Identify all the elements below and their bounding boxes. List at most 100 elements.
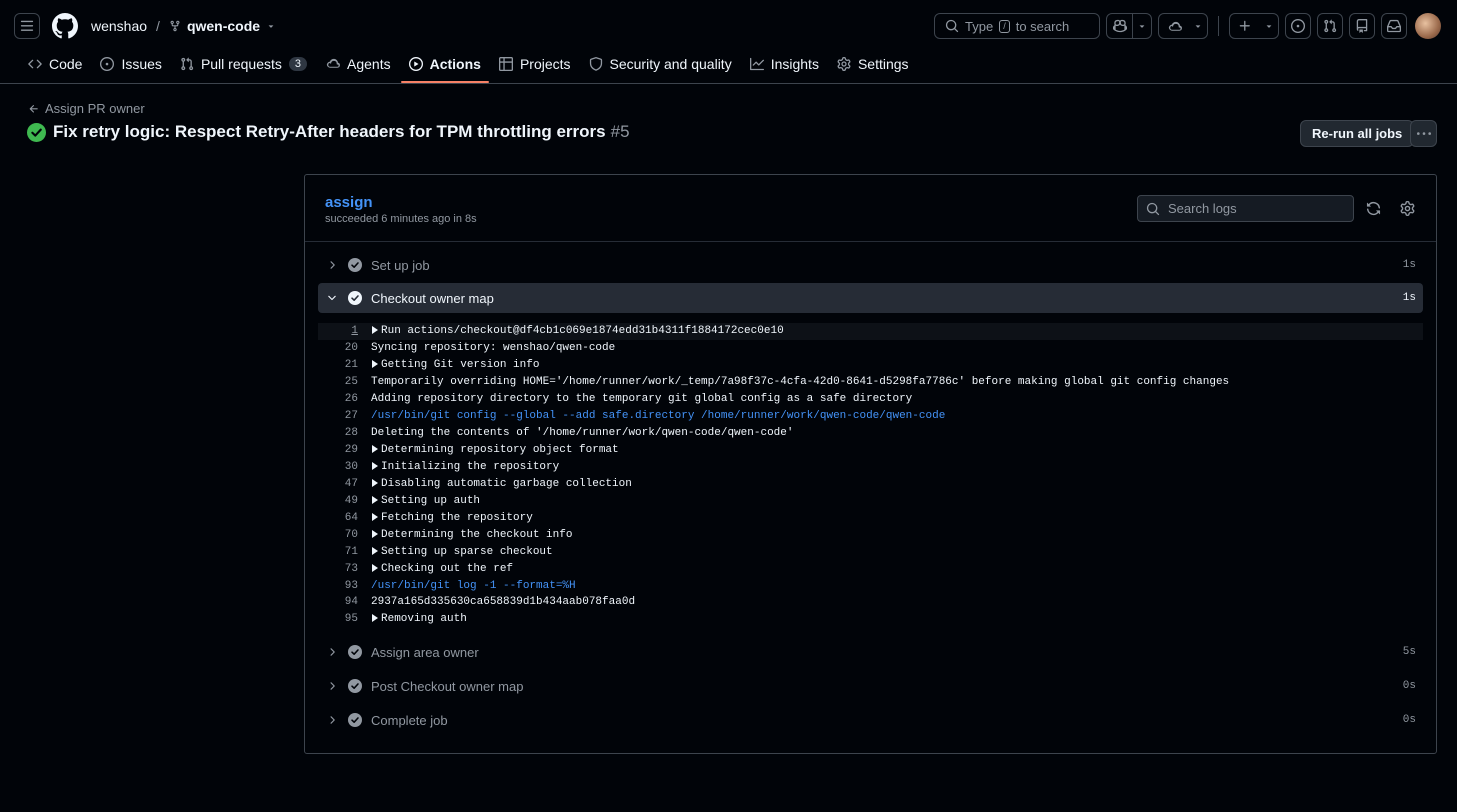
step-duration: 5s [1402, 646, 1416, 658]
sync-icon [1366, 201, 1381, 216]
triangle-right-icon[interactable] [372, 512, 378, 521]
line-number[interactable]: 30 [318, 461, 358, 473]
tab-insights[interactable]: Insights [742, 52, 827, 83]
copilot-main[interactable] [1107, 14, 1133, 38]
codespaces-button[interactable] [1158, 13, 1208, 39]
log-text: Adding repository directory to the tempo… [371, 393, 913, 406]
owner-link[interactable]: wenshao [91, 18, 147, 34]
step-complete-job[interactable]: Complete job 0s [318, 705, 1423, 735]
log-command: /usr/bin/git log -1 --format=%H [371, 579, 576, 592]
global-search-input[interactable]: Type / to search [934, 13, 1100, 39]
check-circle-icon [347, 645, 363, 659]
cloud-main[interactable] [1159, 14, 1189, 38]
issues-button[interactable] [1285, 13, 1311, 39]
log-line: 26 Adding repository directory to the tem… [318, 391, 1423, 408]
tab-code[interactable]: Code [20, 52, 90, 83]
repo-link[interactable]: qwen-code [169, 18, 276, 34]
step-duration: 0s [1402, 714, 1416, 726]
line-number[interactable]: 95 [318, 613, 358, 625]
triangle-right-icon[interactable] [372, 478, 378, 487]
search-logs-input[interactable]: Search logs [1137, 195, 1354, 222]
triangle-right-icon[interactable] [372, 529, 378, 538]
line-number[interactable]: 20 [318, 342, 358, 354]
triangle-right-icon[interactable] [372, 461, 378, 470]
line-number[interactable]: 94 [318, 596, 358, 608]
log-line[interactable]: 1 Run actions/checkout@df4cb1c069e1874edd… [318, 323, 1423, 340]
plus-main[interactable] [1230, 14, 1260, 38]
tab-settings[interactable]: Settings [829, 52, 917, 83]
triangle-right-icon[interactable] [372, 614, 378, 623]
line-number[interactable]: 93 [318, 580, 358, 592]
line-number[interactable]: 47 [318, 478, 358, 490]
hamburger-icon [20, 20, 34, 31]
triangle-right-icon[interactable] [372, 326, 378, 335]
triangle-right-icon[interactable] [372, 563, 378, 572]
line-number[interactable]: 49 [318, 495, 358, 507]
triangle-down-icon [1139, 25, 1145, 28]
tab-pull-requests[interactable]: Pull requests 3 [172, 52, 315, 83]
log-line[interactable]: 47 Disabling automatic garbage collection [318, 475, 1423, 492]
log-text-content: Run actions/checkout@df4cb1c069e1874edd3… [381, 325, 784, 338]
triangle-right-icon[interactable] [372, 360, 378, 369]
line-number[interactable]: 28 [318, 427, 358, 439]
step-assign-area-owner[interactable]: Assign area owner 5s [318, 637, 1423, 667]
check-circle-icon [347, 291, 363, 305]
line-number[interactable]: 70 [318, 529, 358, 541]
triangle-right-icon[interactable] [372, 445, 378, 454]
log-line[interactable]: 29 Determining repository object format [318, 442, 1423, 459]
line-number[interactable]: 1 [318, 325, 358, 337]
log-settings-button[interactable] [1400, 201, 1415, 216]
log-line[interactable]: 64 Fetching the repository [318, 509, 1423, 526]
step-post-checkout-owner-map[interactable]: Post Checkout owner map 0s [318, 671, 1423, 701]
tab-agents[interactable]: Agents [317, 52, 399, 83]
line-number[interactable]: 25 [318, 376, 358, 388]
refresh-button[interactable] [1366, 201, 1381, 216]
log-line[interactable]: 70 Determining the checkout info [318, 526, 1423, 543]
pull-requests-button[interactable] [1317, 13, 1343, 39]
log-line[interactable]: 95 Removing auth [318, 611, 1423, 628]
line-number[interactable]: 27 [318, 410, 358, 422]
copilot-button[interactable] [1106, 13, 1152, 39]
step-set-up-job[interactable]: Set up job 1s [318, 250, 1423, 280]
github-logo-icon[interactable] [52, 13, 78, 39]
user-avatar[interactable] [1415, 13, 1441, 39]
repositories-button[interactable] [1349, 13, 1375, 39]
plus-dropdown[interactable] [1260, 14, 1278, 38]
log-text: Getting Git version info [371, 359, 539, 371]
more-options-button[interactable] [1410, 120, 1437, 147]
log-text-content: Removing auth [381, 613, 467, 626]
line-number[interactable]: 64 [318, 512, 358, 524]
tab-pull-requests-label: Pull requests [200, 55, 282, 72]
triangle-down-icon[interactable] [266, 21, 276, 31]
log-line[interactable]: 30 Initializing the repository [318, 459, 1423, 476]
inbox-button[interactable] [1381, 13, 1407, 39]
tab-code-label: Code [49, 55, 83, 72]
create-new-button[interactable] [1229, 13, 1279, 39]
back-to-workflow-link[interactable]: Assign PR owner [28, 101, 145, 116]
line-number[interactable]: 29 [318, 444, 358, 456]
tab-issues[interactable]: Issues [92, 52, 169, 83]
search-shortcut-key: / [999, 19, 1010, 33]
rerun-all-jobs-button[interactable]: Re-run all jobs [1300, 120, 1415, 147]
triangle-right-icon[interactable] [372, 546, 378, 555]
copilot-dropdown[interactable] [1133, 14, 1151, 38]
log-line[interactable]: 71 Setting up sparse checkout [318, 543, 1423, 560]
tab-projects[interactable]: Projects [491, 52, 579, 83]
tab-security[interactable]: Security and quality [581, 52, 740, 83]
log-line[interactable]: 21 Getting Git version info [318, 357, 1423, 374]
log-line[interactable]: 49 Setting up auth [318, 492, 1423, 509]
issue-opened-icon [100, 56, 115, 71]
tab-actions[interactable]: Actions [400, 52, 490, 83]
line-number[interactable]: 21 [318, 359, 358, 371]
line-number[interactable]: 71 [318, 546, 358, 558]
step-checkout-owner-map[interactable]: Checkout owner map 1s [318, 283, 1423, 313]
line-number[interactable]: 26 [318, 393, 358, 405]
log-line[interactable]: 73 Checking out the ref [318, 560, 1423, 577]
log-text: Fetching the repository [371, 512, 533, 524]
line-number[interactable]: 73 [318, 563, 358, 575]
triangle-right-icon[interactable] [372, 495, 378, 504]
menu-button[interactable] [14, 13, 40, 39]
job-name[interactable]: assign [325, 194, 373, 211]
cloud-dropdown[interactable] [1189, 14, 1207, 38]
job-log-panel: assign succeeded 6 minutes ago in 8s Sea… [304, 174, 1437, 754]
